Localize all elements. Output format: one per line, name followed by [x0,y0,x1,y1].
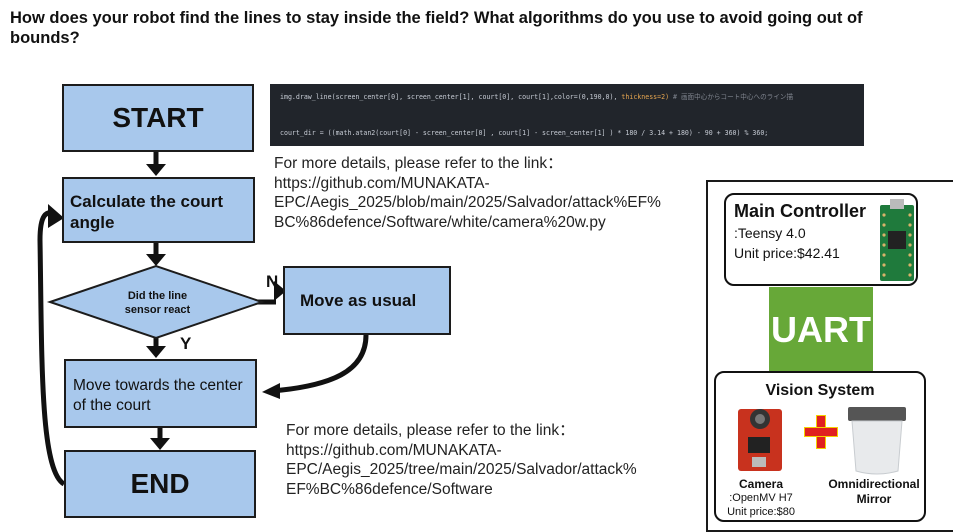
flow-calc-angle: Calculate the court angle [62,177,255,243]
uart-connector: UART [769,287,873,372]
label-no: N [266,272,279,291]
arrow-move-toward [271,334,369,394]
vision-system-card: Vision System Camera :OpenMV H7 Unit pri… [714,371,926,522]
code-snippet: img.draw_line(screen_center[0], screen_c… [270,84,864,146]
label-yes: Y [180,334,192,353]
code-line2: court_dir = ((math.atan2(court[0] - scre… [280,129,769,137]
vision-system-title: Vision System [765,382,875,399]
camera-icon [738,409,782,471]
flow-move-usual: Move as usual [283,266,451,335]
camera-title: Camera [738,477,784,491]
camera-model: :OpenMV H7 [729,492,793,504]
teensy-board-icon [880,199,914,281]
link-text-bottom[interactable]: For more details, please refer to the li… [286,421,637,499]
camera-price: Unit price:$80 [727,506,795,518]
arrow-loop-back [37,210,66,487]
code-line1: img.draw_line(screen_center[0], screen_c… [280,93,622,101]
link-text-top[interactable]: For more details, please refer to the li… [274,154,661,232]
mirror-icon [848,407,906,475]
main-controller-title: Main Controller [734,201,867,221]
plus-icon [804,415,838,449]
main-controller-model: :Teensy 4.0 [734,225,806,241]
mirror-title: Omnidirectional Mirror [828,477,920,506]
flow-move-center: Move towards the center of the court [64,359,257,428]
main-controller-price: Unit price:$42.41 [734,245,840,261]
flow-start: START [62,84,254,152]
flow-decision-label: Did the line sensor react [124,290,191,316]
code-line1-kw: thickness=2) [621,93,670,101]
code-line1-comment: # 画面中心からコート中心へのライン描 [669,93,794,101]
flow-end: END [64,450,256,518]
main-controller-card: Main Controller :Teensy 4.0 Unit price:$… [724,193,918,286]
